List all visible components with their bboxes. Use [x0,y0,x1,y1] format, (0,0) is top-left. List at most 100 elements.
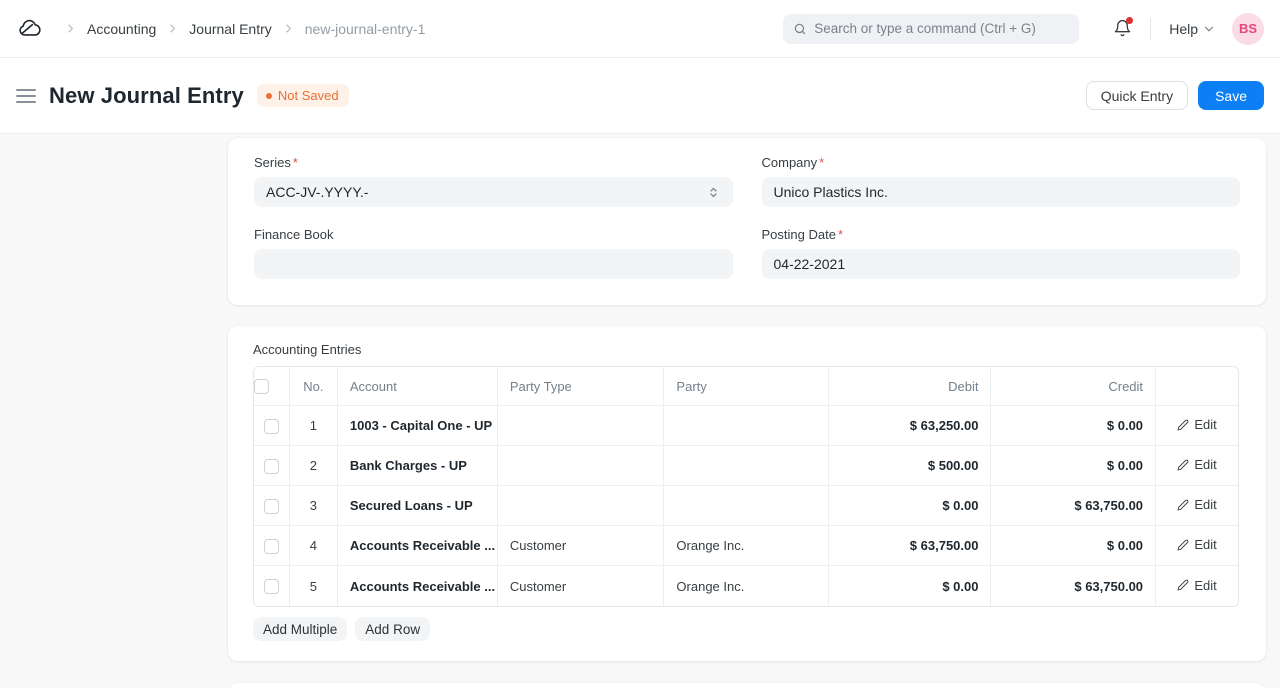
pencil-icon [1177,459,1189,471]
main-content: Series* ACC-JV-.YYYY.- Company* Unico Pl… [0,134,1280,688]
row-checkbox[interactable] [264,419,279,434]
column-header-account: Account [338,367,498,406]
notifications-button[interactable] [1113,19,1132,38]
party-cell[interactable]: Orange Inc. [664,566,828,606]
select-all-checkbox[interactable] [254,379,269,394]
series-select[interactable]: ACC-JV-.YYYY.- [254,177,733,207]
pencil-icon [1177,499,1189,511]
required-marker: * [293,155,298,170]
company-value: Unico Plastics Inc. [774,184,888,200]
add-multiple-button[interactable]: Add Multiple [253,617,347,641]
quick-entry-button[interactable]: Quick Entry [1086,81,1188,110]
account-cell[interactable]: 1003 - Capital One - UP [338,406,498,446]
credit-cell[interactable]: $ 63,750.00 [991,566,1156,606]
pencil-icon [1177,579,1189,591]
chevron-right-icon [63,21,78,36]
party-cell[interactable] [664,446,828,486]
account-cell[interactable]: Secured Loans - UP [338,486,498,526]
finance-book-field-group: Finance Book [254,227,733,279]
row-checkbox[interactable] [264,499,279,514]
debit-cell[interactable]: $ 500.00 [829,446,992,486]
credit-cell[interactable]: $ 63,750.00 [991,486,1156,526]
edit-row-button[interactable]: Edit [1177,537,1216,552]
row-checkbox[interactable] [264,579,279,594]
search-input[interactable] [814,21,1069,36]
credit-cell[interactable]: $ 0.00 [991,406,1156,446]
posting-date-value: 04-22-2021 [774,256,846,272]
debit-cell[interactable]: $ 63,250.00 [829,406,992,446]
party-type-cell[interactable] [498,486,665,526]
row-number: 5 [290,566,338,606]
edit-row-button[interactable]: Edit [1177,578,1216,593]
party-cell[interactable]: Orange Inc. [664,526,828,566]
company-field[interactable]: Unico Plastics Inc. [762,177,1241,207]
account-cell[interactable]: Bank Charges - UP [338,446,498,486]
row-number: 1 [290,406,338,446]
required-marker: * [838,227,843,242]
user-avatar[interactable]: BS [1232,13,1264,45]
breadcrumb: Accounting Journal Entry new-journal-ent… [54,21,425,37]
column-header-credit: Credit [991,367,1156,406]
breadcrumb-item-journal-entry[interactable]: Journal Entry [189,21,271,37]
edit-row-button[interactable]: Edit [1177,417,1216,432]
debit-cell[interactable]: $ 0.00 [829,566,992,606]
table-row: 5 Accounts Receivable ... Customer Orang… [254,566,1238,606]
search-icon [793,22,807,36]
table-row: 3 Secured Loans - UP $ 0.00 $ 63,750.00 … [254,486,1238,526]
navbar-divider [1150,18,1151,40]
page-header: New Journal Entry Not Saved Quick Entry … [0,58,1280,134]
add-row-button[interactable]: Add Row [355,617,430,641]
accounting-entries-card: Accounting Entries No. Account Party Typ… [228,326,1266,661]
edit-row-button[interactable]: Edit [1177,457,1216,472]
column-header-debit: Debit [829,367,992,406]
party-type-cell[interactable]: Customer [498,526,665,566]
help-menu[interactable]: Help [1169,21,1216,37]
sidebar-toggle-button[interactable] [16,89,36,103]
pencil-icon [1177,539,1189,551]
required-marker: * [819,155,824,170]
series-field-group: Series* ACC-JV-.YYYY.- [254,155,733,207]
row-number: 4 [290,526,338,566]
credit-cell[interactable]: $ 0.00 [991,446,1156,486]
frappe-cloud-logo-icon[interactable] [16,15,44,43]
table-row: 4 Accounts Receivable ... Customer Orang… [254,526,1238,566]
row-number: 3 [290,486,338,526]
finance-book-label: Finance Book [254,227,733,242]
finance-book-field[interactable] [254,249,733,279]
party-cell[interactable] [664,406,828,446]
column-header-no: No. [290,367,338,406]
debit-cell[interactable]: $ 0.00 [829,486,992,526]
page-title: New Journal Entry [49,83,244,109]
credit-cell[interactable]: $ 0.00 [991,526,1156,566]
global-search[interactable] [783,14,1079,44]
row-checkbox[interactable] [264,539,279,554]
breadcrumb-item-current: new-journal-entry-1 [305,21,426,37]
party-type-cell[interactable] [498,446,665,486]
debit-cell[interactable]: $ 63,750.00 [829,526,992,566]
help-label: Help [1169,21,1198,37]
accounting-entries-table: No. Account Party Type Party Debit Credi… [253,366,1239,607]
next-section-card [228,683,1266,688]
edit-row-button[interactable]: Edit [1177,497,1216,512]
company-field-group: Company* Unico Plastics Inc. [762,155,1241,207]
company-label: Company* [762,155,1241,170]
status-label: Not Saved [278,88,339,103]
series-label: Series* [254,155,733,170]
account-cell[interactable]: Accounts Receivable ... [338,526,498,566]
table-footer: Add Multiple Add Row [253,617,1241,641]
select-chevrons-icon [706,185,721,200]
party-cell[interactable] [664,486,828,526]
party-type-cell[interactable]: Customer [498,566,665,606]
chevron-down-icon [1202,22,1216,36]
row-checkbox[interactable] [264,459,279,474]
posting-date-field-group: Posting Date* 04-22-2021 [762,227,1241,279]
pencil-icon [1177,419,1189,431]
posting-date-label: Posting Date* [762,227,1241,242]
column-header-edit [1156,367,1238,406]
breadcrumb-item-accounting[interactable]: Accounting [87,21,156,37]
account-cell[interactable]: Accounts Receivable ... [338,566,498,606]
posting-date-field[interactable]: 04-22-2021 [762,249,1241,279]
party-type-cell[interactable] [498,406,665,446]
row-number: 2 [290,446,338,486]
save-button[interactable]: Save [1198,81,1264,110]
